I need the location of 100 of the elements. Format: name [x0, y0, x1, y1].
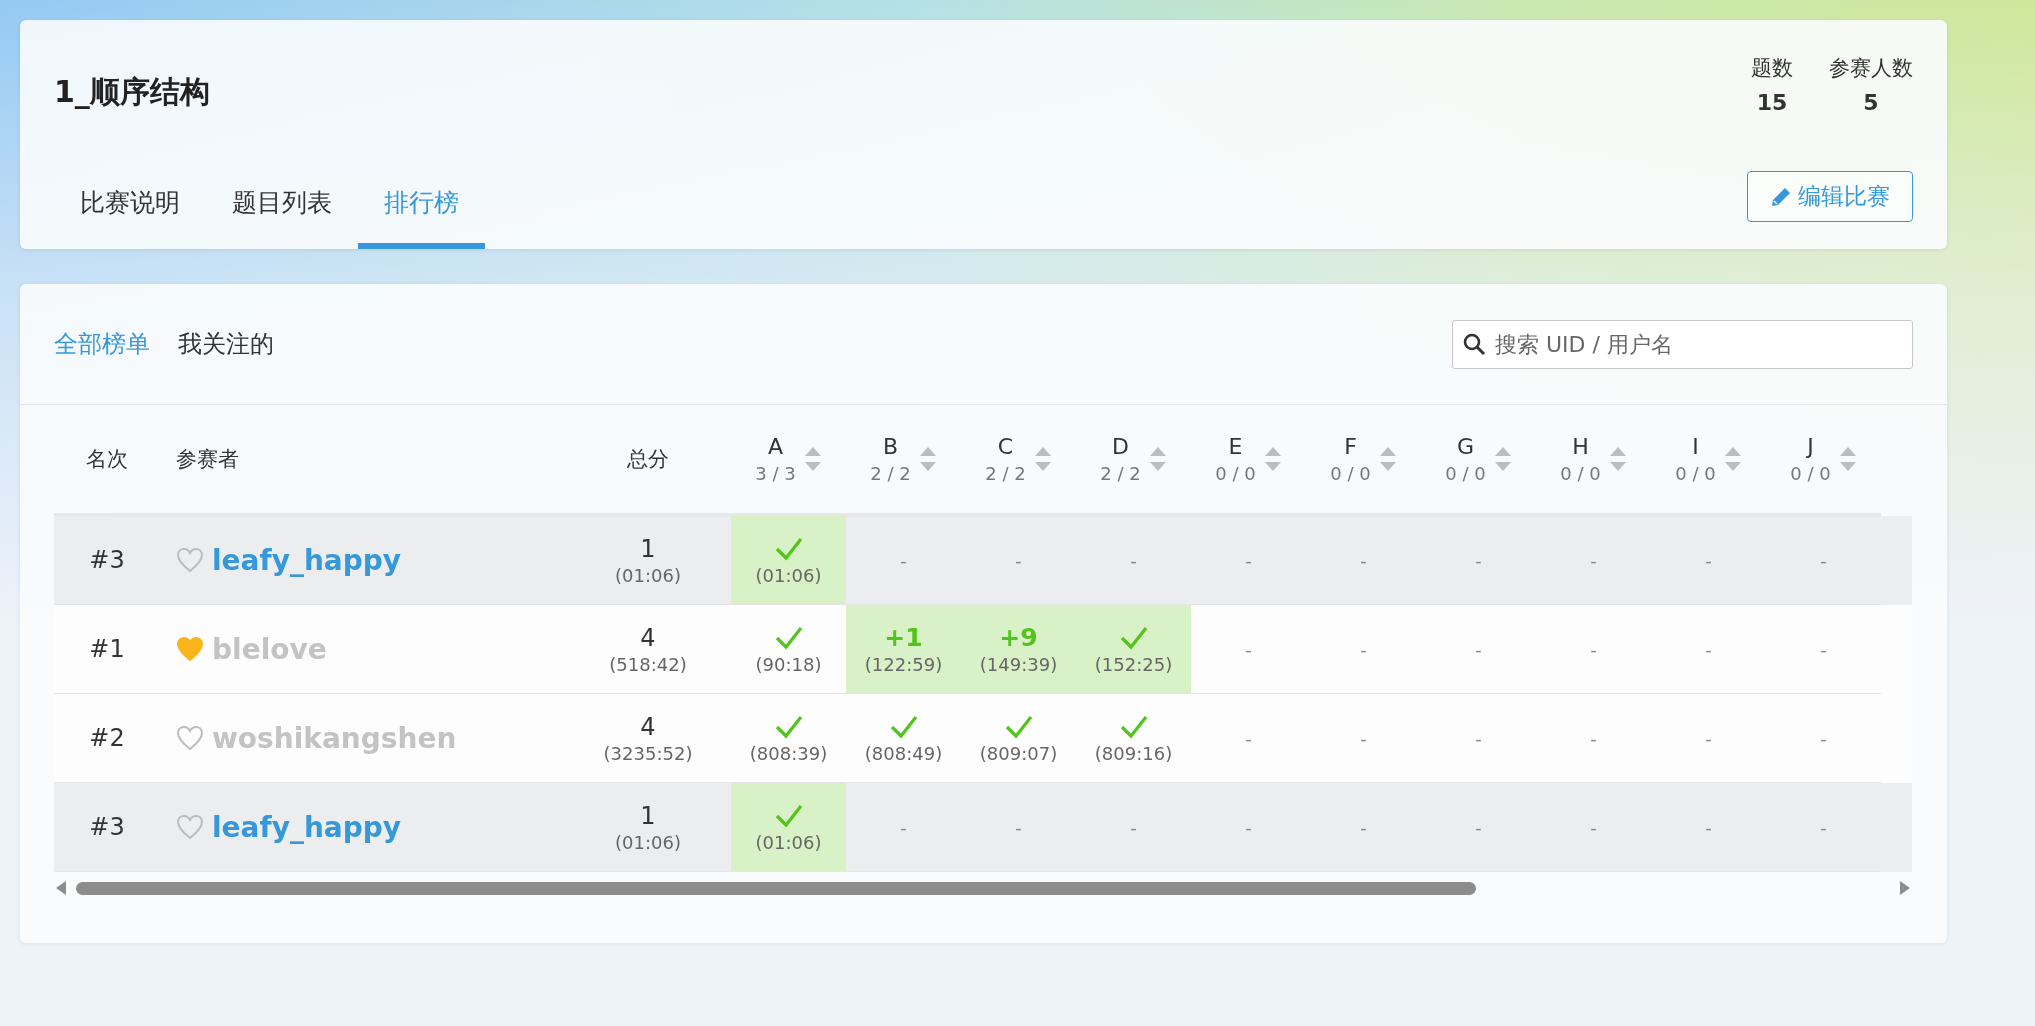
problem-label: A [767, 434, 783, 459]
problem-label: J [1807, 434, 1814, 459]
empty-mark: - [1475, 816, 1482, 838]
empty-mark: - [1590, 727, 1597, 749]
column-header: 参赛者 [176, 446, 239, 473]
solve-time: (808:49) [864, 742, 943, 764]
empty-mark: - [1360, 816, 1367, 838]
problem-label: C [997, 434, 1014, 459]
empty-mark: - [1360, 638, 1367, 660]
solve-time: (122:59) [864, 654, 943, 675]
problem-label: G [1456, 434, 1474, 459]
column-header: 名次 [86, 446, 128, 473]
empty-mark: - [1360, 549, 1367, 571]
stat-value: 5 [1863, 90, 1879, 115]
empty-mark: - [1245, 549, 1252, 571]
problem-stats: 0 / 0 [1560, 463, 1601, 484]
sort-icon[interactable] [1608, 446, 1627, 472]
empty-mark: - [1360, 727, 1367, 749]
heart-icon[interactable] [176, 814, 204, 840]
problem-stats: 0 / 0 [1330, 463, 1371, 484]
problem-stats: 0 / 0 [1445, 463, 1486, 484]
solve-time: (149:39) [979, 654, 1058, 675]
empty-mark: - [1015, 816, 1022, 838]
sort-icon[interactable] [1263, 446, 1282, 472]
problem-label: B [882, 434, 899, 459]
penalty-time: (01:06) [615, 831, 681, 853]
sort-icon[interactable] [1033, 446, 1052, 472]
empty-mark: - [1590, 816, 1597, 838]
empty-mark: - [1590, 638, 1597, 660]
sort-icon[interactable] [1148, 446, 1167, 472]
stat-label: 参赛人数 [1829, 55, 1913, 82]
scrollbar-thumb[interactable] [76, 881, 1476, 895]
heart-icon[interactable] [176, 636, 204, 662]
penalty-time: (3235:52) [603, 742, 693, 764]
user-link[interactable]: leafy_happy [212, 810, 402, 844]
rank: #3 [89, 813, 125, 841]
pencil-icon [1770, 185, 1792, 208]
heart-icon[interactable] [176, 547, 204, 573]
user-link[interactable]: woshikangshen [212, 721, 457, 755]
empty-mark: - [1015, 549, 1022, 571]
filter-tab[interactable]: 全部榜单 [54, 328, 150, 360]
user-link[interactable]: leafy_happy [212, 543, 402, 577]
solve-time: (808:39) [749, 742, 828, 764]
user-link[interactable]: blelove [212, 632, 327, 666]
problem-stats: 2 / 2 [1100, 463, 1141, 484]
empty-mark: - [900, 816, 907, 838]
solve-time: (809:07) [979, 742, 1058, 764]
stat-label: 题数 [1751, 55, 1793, 82]
sort-icon[interactable] [803, 446, 822, 472]
heart-icon[interactable] [176, 725, 204, 751]
problem-label: D [1112, 434, 1129, 459]
total-score: 1 [640, 801, 656, 830]
problem-label: I [1692, 434, 1699, 459]
solve-time: (809:16) [1094, 742, 1173, 764]
edit-contest-button[interactable]: 编辑比赛 [1747, 171, 1913, 222]
search-field[interactable]: 搜索 UID / 用户名 [1452, 319, 1913, 369]
tab[interactable]: 比赛说明 [54, 186, 206, 249]
filter-tab[interactable]: 我关注的 [178, 328, 274, 360]
stat-value: 15 [1756, 90, 1788, 115]
sort-icon[interactable] [918, 446, 937, 472]
empty-mark: - [1820, 816, 1827, 838]
empty-mark: - [1705, 638, 1712, 660]
rank: #3 [89, 546, 125, 574]
scroll-right-icon[interactable] [1898, 880, 1912, 896]
tab[interactable]: 题目列表 [206, 186, 358, 249]
empty-mark: - [1245, 816, 1252, 838]
scroll-left-icon[interactable] [54, 880, 68, 896]
solve-time: (90:18) [755, 653, 822, 675]
empty-mark: - [1475, 549, 1482, 571]
solve-time: (01:06) [755, 831, 822, 853]
solve-time: (01:06) [755, 564, 822, 586]
sort-icon[interactable] [1378, 446, 1397, 472]
empty-mark: - [1475, 727, 1482, 749]
sort-icon[interactable] [1493, 446, 1512, 472]
sort-icon[interactable] [1838, 446, 1857, 472]
empty-mark: - [1475, 638, 1482, 660]
rank: #1 [89, 635, 125, 663]
problem-stats: 0 / 0 [1675, 463, 1716, 484]
penalty-time: (518:42) [609, 653, 687, 675]
penalty-time: (01:06) [615, 564, 681, 586]
problem-stats: 2 / 2 [985, 463, 1026, 484]
tab[interactable]: 排行榜 [358, 186, 485, 249]
rank: #2 [89, 724, 125, 752]
attempts-count: +1 [884, 623, 923, 652]
sort-icon[interactable] [1723, 446, 1742, 472]
empty-mark: - [1590, 549, 1597, 571]
problem-label: F [1344, 434, 1357, 459]
attempts-count: +9 [999, 623, 1038, 652]
empty-mark: - [1820, 549, 1827, 571]
total-score: 4 [640, 623, 656, 652]
contest-title: 1_顺序结构 [54, 73, 210, 111]
problem-stats: 0 / 0 [1790, 463, 1831, 484]
empty-mark: - [1130, 816, 1137, 838]
total-score: 4 [640, 712, 656, 741]
empty-mark: - [1705, 727, 1712, 749]
empty-mark: - [1820, 727, 1827, 749]
empty-mark: - [1130, 549, 1137, 571]
empty-mark: - [1245, 638, 1252, 660]
empty-mark: - [1245, 727, 1252, 749]
problem-label: H [1572, 434, 1589, 459]
